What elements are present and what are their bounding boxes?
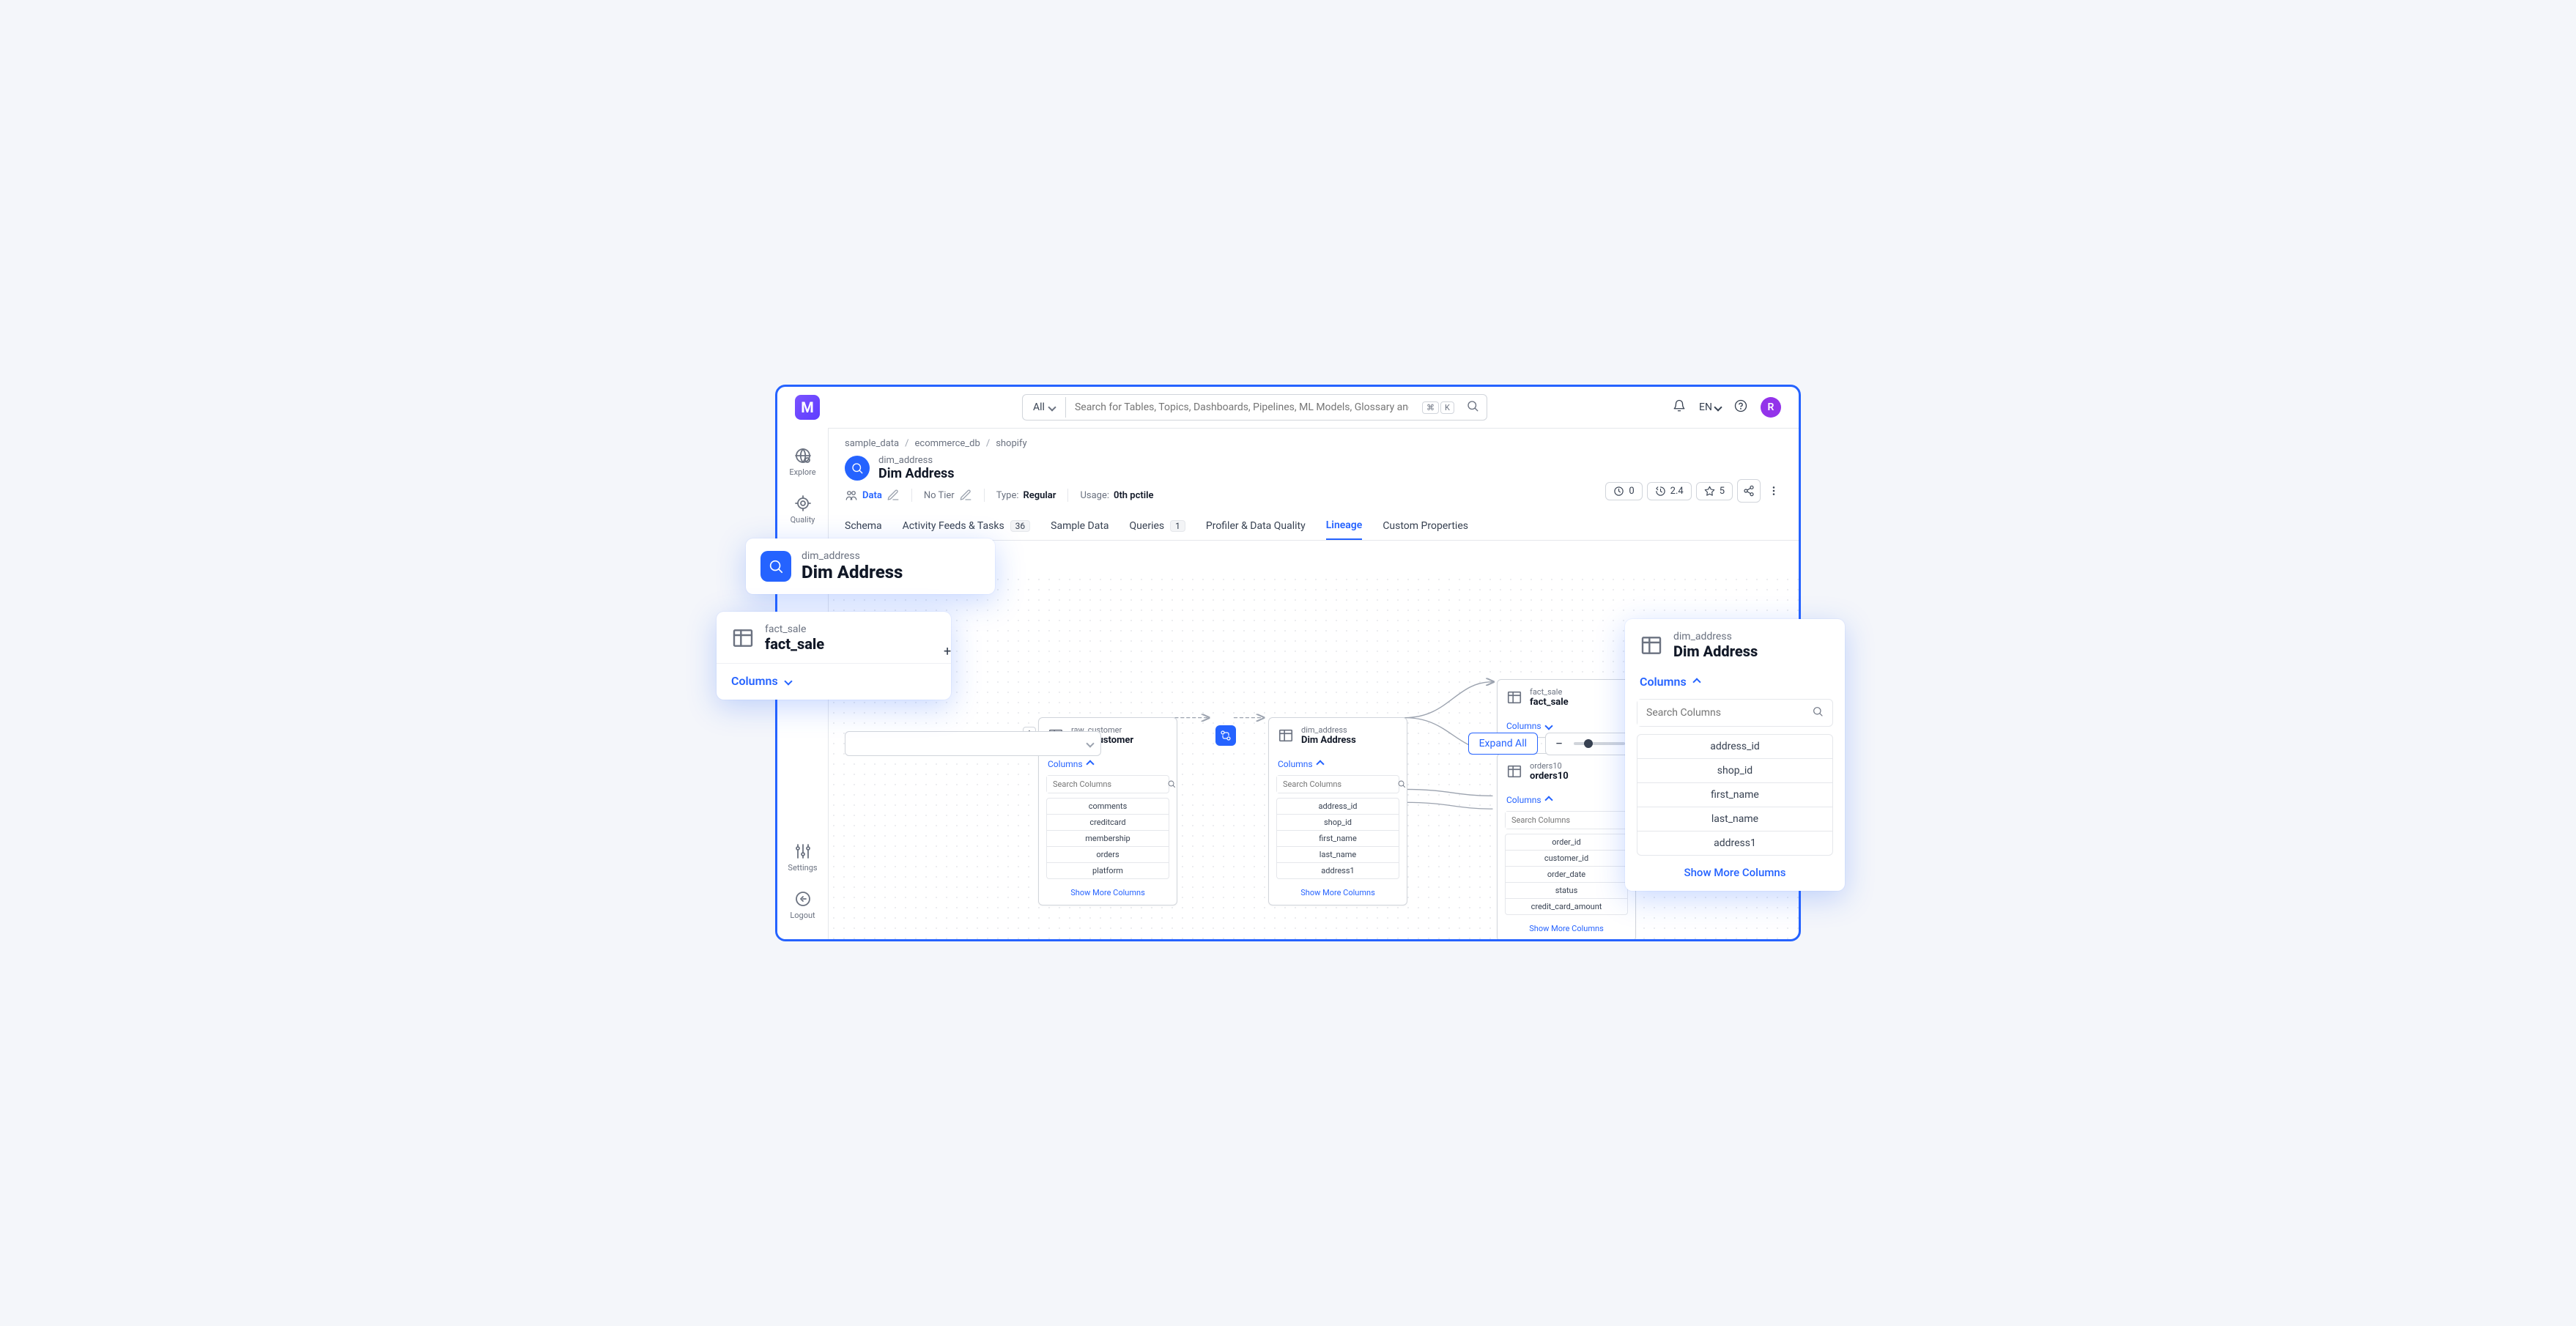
column-item[interactable]: address_id bbox=[1276, 798, 1399, 815]
search-input[interactable] bbox=[1066, 396, 1418, 419]
column-item[interactable]: credit_card_amount bbox=[1505, 899, 1628, 915]
nav-quality[interactable]: Quality bbox=[777, 487, 828, 532]
chevron-down-icon bbox=[1048, 403, 1056, 411]
tab-custom-properties[interactable]: Custom Properties bbox=[1383, 512, 1468, 540]
search-kbd-hint: ⌘K bbox=[1418, 401, 1459, 414]
column-item[interactable]: last_name bbox=[1276, 847, 1399, 863]
user-avatar[interactable]: R bbox=[1761, 397, 1781, 418]
callout-fact-sale-node[interactable]: + fact_sale fact_sale Columns bbox=[717, 612, 951, 700]
app-logo[interactable]: M bbox=[795, 395, 820, 420]
chevron-up-icon bbox=[1086, 760, 1094, 768]
stat-time[interactable]: 2.4 bbox=[1647, 482, 1692, 500]
tab-queries[interactable]: Queries1 bbox=[1130, 512, 1185, 540]
callout-dim-address-columns[interactable]: dim_address Dim Address Columns address_… bbox=[1625, 619, 1845, 891]
expand-all-button[interactable]: Expand All bbox=[1468, 733, 1538, 755]
column-item[interactable]: order_id bbox=[1505, 834, 1628, 851]
column-item[interactable]: address1 bbox=[1276, 863, 1399, 879]
usage-field: Usage: 0th pctile bbox=[1080, 490, 1153, 501]
show-more-columns[interactable]: Show More Columns bbox=[1039, 885, 1177, 905]
column-search-input[interactable] bbox=[1047, 776, 1161, 793]
breadcrumb-item[interactable]: ecommerce_db bbox=[915, 438, 980, 449]
chevron-up-icon bbox=[1316, 760, 1324, 768]
lineage-filter-dropdown[interactable] bbox=[845, 731, 1101, 756]
lineage-node-fact-sale[interactable]: fact_sale fact_sale Columns bbox=[1497, 679, 1636, 738]
column-item[interactable]: first_name bbox=[1637, 783, 1833, 807]
share-button[interactable] bbox=[1737, 479, 1761, 503]
entity-type-icon bbox=[760, 551, 791, 582]
language-selector[interactable]: EN bbox=[1699, 401, 1721, 413]
column-item[interactable]: comments bbox=[1046, 798, 1169, 815]
notifications-icon[interactable] bbox=[1673, 399, 1686, 415]
zoom-out-button[interactable]: − bbox=[1552, 736, 1566, 752]
chevron-down-icon bbox=[1714, 403, 1722, 411]
column-item[interactable]: shop_id bbox=[1637, 759, 1833, 783]
lineage-node-orders10[interactable]: orders10 orders10 Columns order_id bbox=[1497, 753, 1636, 939]
column-item[interactable]: customer_id bbox=[1505, 851, 1628, 867]
search-icon[interactable] bbox=[1391, 777, 1412, 791]
column-search-input[interactable] bbox=[1637, 700, 1803, 726]
column-item[interactable]: address_id bbox=[1637, 734, 1833, 759]
nav-settings[interactable]: Settings bbox=[777, 835, 828, 880]
show-more-columns[interactable]: Show More Columns bbox=[1269, 885, 1407, 905]
tab-activity[interactable]: Activity Feeds & Tasks36 bbox=[903, 512, 1031, 540]
owner-field[interactable]: Data bbox=[845, 489, 900, 502]
search-scope-selector[interactable]: All bbox=[1023, 397, 1066, 418]
column-item[interactable]: membership bbox=[1046, 831, 1169, 847]
chevron-down-icon bbox=[784, 677, 792, 685]
chevron-up-icon bbox=[1544, 796, 1552, 804]
entity-display-name: Dim Address bbox=[878, 466, 955, 481]
tab-lineage[interactable]: Lineage bbox=[1326, 512, 1363, 540]
column-item[interactable]: address1 bbox=[1637, 831, 1833, 856]
columns-toggle[interactable]: Columns bbox=[717, 663, 951, 700]
table-icon bbox=[1506, 763, 1522, 779]
type-field: Type: Regular bbox=[996, 490, 1056, 501]
tab-schema[interactable]: Schema bbox=[845, 512, 882, 540]
columns-toggle[interactable]: Columns bbox=[1625, 667, 1845, 696]
columns-toggle[interactable]: Columns bbox=[1039, 753, 1177, 775]
column-item[interactable]: last_name bbox=[1637, 807, 1833, 831]
column-item[interactable]: order_date bbox=[1505, 867, 1628, 883]
help-icon[interactable] bbox=[1734, 399, 1747, 415]
breadcrumb-item[interactable]: sample_data bbox=[845, 438, 899, 449]
column-item[interactable]: first_name bbox=[1276, 831, 1399, 847]
callout-dim-address-header: dim_address Dim Address bbox=[746, 538, 995, 594]
chevron-down-icon bbox=[1086, 739, 1094, 747]
column-item[interactable]: status bbox=[1505, 883, 1628, 899]
columns-toggle[interactable]: Columns bbox=[1269, 753, 1407, 775]
breadcrumb: sample_data / ecommerce_db / shopify bbox=[829, 428, 1799, 449]
table-icon bbox=[1640, 634, 1663, 657]
nav-logout[interactable]: Logout bbox=[777, 883, 828, 927]
column-item[interactable]: platform bbox=[1046, 863, 1169, 879]
entity-type-icon bbox=[845, 456, 870, 481]
column-search-input[interactable] bbox=[1506, 812, 1620, 829]
tab-sample-data[interactable]: Sample Data bbox=[1051, 512, 1109, 540]
tab-profiler[interactable]: Profiler & Data Quality bbox=[1206, 512, 1306, 540]
column-item[interactable]: orders bbox=[1046, 847, 1169, 863]
add-downstream-button[interactable]: + bbox=[944, 644, 957, 657]
tier-field[interactable]: No Tier bbox=[924, 489, 972, 502]
table-icon bbox=[1506, 689, 1522, 705]
show-more-columns[interactable]: Show More Columns bbox=[1498, 921, 1635, 939]
stat-runs[interactable]: 0 bbox=[1605, 482, 1642, 500]
nav-explore[interactable]: Explore bbox=[777, 440, 828, 484]
breadcrumb-item[interactable]: shopify bbox=[996, 438, 1026, 449]
zoom-slider[interactable] bbox=[1574, 742, 1625, 745]
search-icon[interactable] bbox=[1161, 777, 1182, 791]
search-icon[interactable] bbox=[1459, 395, 1487, 420]
search-icon[interactable] bbox=[1803, 705, 1832, 720]
columns-toggle[interactable]: Columns bbox=[1498, 789, 1635, 811]
more-menu[interactable] bbox=[1765, 479, 1783, 503]
column-item[interactable]: shop_id bbox=[1276, 815, 1399, 831]
entity-name: dim_address bbox=[878, 455, 955, 466]
chevron-up-icon bbox=[1692, 678, 1700, 686]
global-search: All ⌘K bbox=[1022, 394, 1487, 421]
stat-star[interactable]: 5 bbox=[1696, 482, 1733, 500]
column-search-input[interactable] bbox=[1277, 776, 1391, 793]
column-item[interactable]: creditcard bbox=[1046, 815, 1169, 831]
chevron-down-icon bbox=[1544, 722, 1552, 730]
show-more-columns[interactable]: Show More Columns bbox=[1625, 856, 1845, 879]
table-icon bbox=[731, 626, 755, 650]
